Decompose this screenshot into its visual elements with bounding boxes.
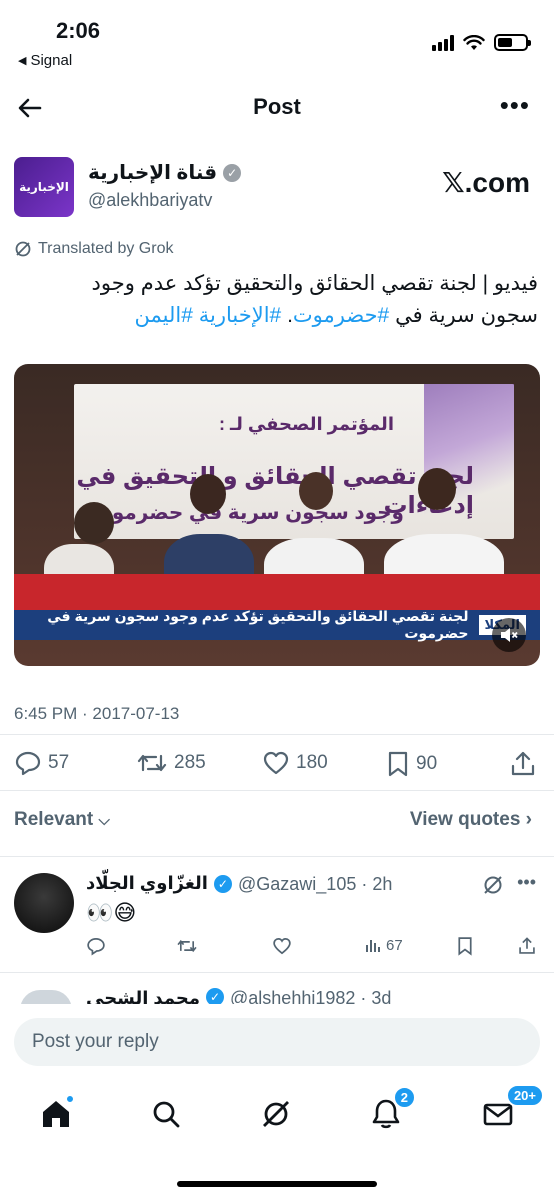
- verified-badge-icon: ✓: [223, 163, 242, 182]
- divider: [0, 856, 554, 857]
- avatar-logo-text: الإخبارية: [19, 180, 69, 194]
- home-indicator: [177, 1181, 377, 1187]
- wifi-icon: [463, 34, 485, 50]
- like-action[interactable]: 180: [262, 750, 328, 776]
- reply-like-action[interactable]: [272, 936, 292, 956]
- grok-icon: [263, 1101, 289, 1127]
- bookmark-action[interactable]: 90: [386, 750, 437, 778]
- heart-icon: [273, 937, 291, 955]
- reply-avatar[interactable]: [14, 873, 74, 933]
- reply-view-count: 67: [386, 936, 403, 954]
- bookmark-icon: [388, 751, 408, 777]
- status-time: 2:06: [56, 18, 101, 43]
- reply-author-name: الغزّاوي الجلّاد: [86, 873, 208, 893]
- back-to-app-link[interactable]: ◀ Signal: [18, 52, 72, 69]
- more-options-icon[interactable]: •••: [500, 92, 530, 118]
- status-indicators: [432, 34, 531, 51]
- reply-icon: [15, 751, 41, 776]
- tab-grok[interactable]: [256, 1094, 296, 1134]
- grok-icon: [15, 241, 31, 257]
- author-name: قناة الإخبارية: [88, 162, 218, 184]
- hashtag-hadramout[interactable]: #حضرموت: [293, 304, 389, 327]
- notifications-badge: 2: [392, 1086, 416, 1109]
- share-icon: [511, 751, 535, 776]
- tab-home[interactable]: [36, 1094, 76, 1134]
- tab-search[interactable]: [146, 1094, 186, 1134]
- share-action[interactable]: [510, 750, 536, 778]
- reply-bookmark-action[interactable]: [456, 936, 474, 956]
- reply-more-icon[interactable]: •••: [517, 872, 536, 893]
- view-quotes-link[interactable]: View quotes ›: [410, 809, 532, 831]
- repost-icon: [137, 754, 167, 772]
- post-text: فيديو | لجنة تقصي الحقائق والتحقيق تؤكد …: [18, 268, 538, 332]
- post-video[interactable]: المؤتمر الصحفي لـ : لجنة تقصي الحقائق و …: [14, 364, 540, 666]
- reply-input[interactable]: Post your reply: [14, 1018, 540, 1066]
- reply-icon: [87, 937, 105, 956]
- reply-views-action[interactable]: 67: [364, 936, 403, 954]
- repost-icon: [177, 939, 197, 953]
- speaker-muted-icon: [501, 628, 518, 642]
- reply-text: 👀😅: [86, 900, 137, 925]
- reply-repost-action[interactable]: [176, 936, 198, 956]
- translated-label: Translated by Grok: [38, 240, 174, 257]
- repost-count: 285: [174, 752, 206, 773]
- hashtag-alekhbariya[interactable]: #الإخبارية: [199, 304, 281, 327]
- author-handle[interactable]: @alekhbariyatv: [88, 190, 212, 211]
- divider: [0, 790, 554, 791]
- back-triangle-icon: ◀: [18, 55, 27, 67]
- view-quotes-label: View quotes: [409, 809, 521, 830]
- verified-badge-icon: ✓: [213, 874, 232, 893]
- reply-share-action[interactable]: [518, 936, 536, 956]
- home-notification-dot: [66, 1095, 74, 1103]
- author-avatar[interactable]: الإخبارية: [14, 157, 74, 217]
- post-text-line1: فيديو | لجنة تقصي الحقائق والتحقيق تؤكد …: [91, 272, 538, 295]
- post-text-line2: سجون سرية في #حضرموت. #الإخبارية #اليمن: [18, 300, 538, 332]
- author-name-row[interactable]: قناة الإخبارية ✓: [88, 160, 242, 185]
- sort-relevant-label: Relevant: [14, 809, 94, 830]
- cellular-signal-icon: [432, 34, 454, 51]
- chevron-down-icon: ⌵: [98, 812, 110, 829]
- news-caption-text: لجنة تقصي الحقائق والتحقيق تؤكد عدم وجود…: [47, 608, 469, 641]
- share-icon: [519, 937, 535, 954]
- page-title: Post: [253, 94, 301, 119]
- back-app-label: Signal: [30, 52, 73, 69]
- reply-author-handle[interactable]: @Gazawi_105 · 2h: [238, 874, 392, 895]
- bookmark-count: 90: [416, 753, 438, 774]
- post-text-separator: .: [281, 304, 293, 327]
- post-header: Post •••: [0, 88, 554, 128]
- reply-action[interactable]: 57: [14, 750, 69, 776]
- news-caption-bar: لجنة تقصي الحقائق والتحقيق تؤكد عدم وجود…: [14, 608, 540, 641]
- reply-reply-action[interactable]: [86, 936, 106, 956]
- grok-icon[interactable]: [482, 874, 504, 896]
- tab-notifications[interactable]: 2: [366, 1086, 416, 1134]
- heart-icon: [263, 751, 289, 775]
- hashtag-yemen[interactable]: #اليمن: [135, 304, 193, 327]
- battery-icon: [494, 34, 531, 51]
- sort-relevant-dropdown[interactable]: Relevant ⌵: [14, 809, 110, 831]
- banner-line1: المؤتمر الصحفي لـ :: [218, 414, 394, 434]
- reply-author-row[interactable]: الغزّاوي الجلّاد ✓: [86, 873, 232, 894]
- mute-toggle-button[interactable]: [492, 618, 526, 652]
- translated-by-grok[interactable]: Translated by Grok: [14, 240, 173, 258]
- reply-placeholder: Post your reply: [32, 1031, 159, 1052]
- post-timestamp: 6:45 PM · 2017-07-13: [14, 704, 180, 723]
- post-text-plain: سجون سرية في: [389, 304, 538, 327]
- divider: [0, 972, 554, 973]
- repost-action[interactable]: 285: [136, 750, 206, 776]
- mail-icon: [483, 1103, 513, 1126]
- views-icon: [366, 940, 380, 952]
- like-count: 180: [296, 752, 328, 773]
- tab-messages[interactable]: 20+: [478, 1084, 544, 1134]
- reply-count: 57: [48, 752, 70, 773]
- search-icon: [153, 1101, 180, 1128]
- source-label: 𝕏.com: [442, 167, 530, 198]
- messages-badge: 20+: [505, 1084, 544, 1107]
- bookmark-icon: [458, 937, 472, 956]
- chevron-right-icon: ›: [525, 809, 532, 830]
- divider: [0, 734, 554, 735]
